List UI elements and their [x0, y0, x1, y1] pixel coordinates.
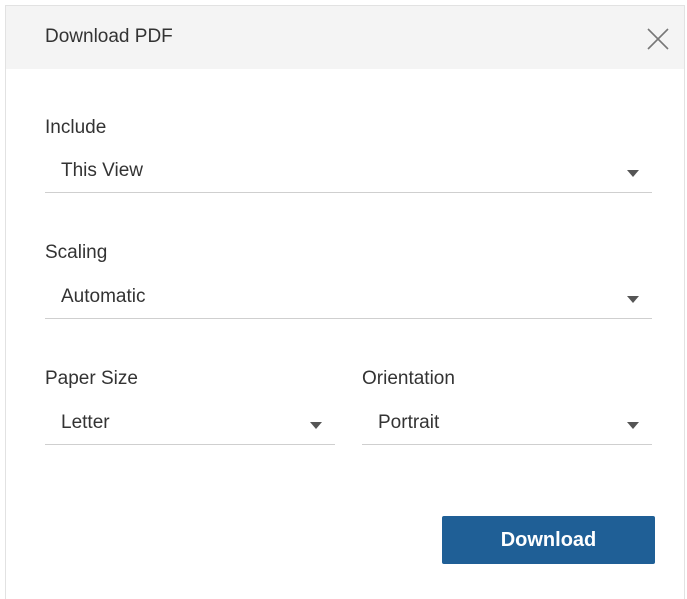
- chevron-down-icon: [627, 422, 639, 429]
- dialog-header: Download PDF: [6, 6, 684, 69]
- scaling-select-value: Automatic: [61, 286, 146, 307]
- orientation-select-value: Portrait: [378, 412, 440, 433]
- download-pdf-dialog: Download PDF Include This View Scaling A…: [5, 5, 685, 599]
- paper-size-select-value: Letter: [61, 412, 110, 433]
- scaling-select[interactable]: Automatic: [45, 279, 652, 319]
- scaling-label: Scaling: [45, 242, 108, 263]
- dialog-title: Download PDF: [45, 26, 173, 47]
- orientation-select[interactable]: Portrait: [362, 405, 652, 445]
- include-select-value: This View: [61, 160, 144, 181]
- close-button[interactable]: [645, 26, 671, 52]
- include-label: Include: [45, 117, 107, 138]
- close-icon: [647, 28, 669, 50]
- paper-size-select[interactable]: Letter: [45, 405, 335, 445]
- paper-size-label: Paper Size: [45, 368, 138, 389]
- orientation-label: Orientation: [362, 368, 455, 389]
- chevron-down-icon: [310, 422, 322, 429]
- download-button[interactable]: Download: [442, 516, 655, 564]
- chevron-down-icon: [627, 296, 639, 303]
- chevron-down-icon: [627, 170, 639, 177]
- include-select[interactable]: This View: [45, 153, 652, 193]
